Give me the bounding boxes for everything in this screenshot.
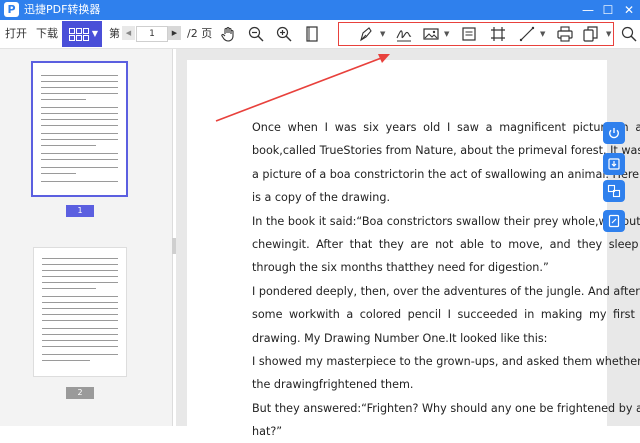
chevron-down-icon: ▼ [91, 29, 98, 38]
text-line: Once when I was six years old I saw a ma… [252, 121, 640, 134]
title-bar: P 迅捷PDF转换器 — ☐ ✕ [0, 0, 640, 20]
text-line: a picture of a boa constrictorin the act… [252, 167, 640, 181]
text-line: chewingit. After that they are not able … [252, 237, 639, 251]
page-thumbnail-1[interactable] [31, 61, 128, 197]
grid-icon [69, 28, 89, 41]
text-line: I showed my masterpiece to the grown-ups… [252, 354, 640, 368]
app-title: 迅捷PDF转换器 [24, 3, 101, 16]
page-prefix-label: 第 [109, 27, 120, 40]
maximize-button[interactable]: ☐ [598, 0, 618, 20]
convert-button[interactable] [603, 180, 625, 202]
download-button[interactable]: 下载 [36, 20, 58, 48]
power-icon [609, 128, 619, 139]
page-total-label: /2 页 [187, 27, 213, 40]
text-line: is a copy of the drawing. [252, 191, 390, 205]
page-thumbnail-2[interactable] [33, 247, 127, 377]
text-line: But they answered:“Frighten? Why should … [252, 401, 640, 415]
page-number-1[interactable]: 1 [66, 205, 94, 217]
zoom-out-icon[interactable] [247, 25, 265, 43]
text-line: I pondered deeply, then, over the advent… [252, 284, 640, 298]
fit-page-icon[interactable] [303, 25, 321, 43]
text-line: the drawingfrightened them. [252, 378, 414, 392]
thumbnail-sidebar: 1 2 [0, 49, 173, 426]
power-button[interactable] [603, 122, 625, 144]
text-line: book,called TrueStories from Nature, abo… [252, 144, 640, 158]
minimize-button[interactable]: — [578, 0, 598, 20]
export-button[interactable] [603, 153, 625, 175]
zoom-in-icon[interactable] [275, 25, 293, 43]
document-text: Once when I was six years old I saw a ma… [252, 116, 640, 443]
highlighted-toolbar-group [338, 22, 614, 46]
convert-icon [607, 184, 621, 198]
app-logo: P [4, 2, 19, 17]
export-icon [608, 158, 620, 170]
prev-page-button[interactable]: ◀ [122, 26, 135, 40]
view-mode-button[interactable]: ▼ [62, 21, 102, 47]
open-button[interactable]: 打开 [5, 20, 27, 48]
text-line: some workwith a colored pencil I succeed… [252, 308, 635, 322]
page-number-input[interactable]: 1 [136, 26, 168, 42]
search-icon[interactable] [620, 25, 638, 43]
hand-icon[interactable] [219, 25, 237, 43]
text-line: through the six months thatthey need for… [252, 261, 549, 275]
text-line: In the book it said:“Boa constrictors sw… [252, 214, 640, 228]
text-line: drawing. My Drawing Number One.It looked… [252, 331, 548, 345]
next-page-button[interactable]: ▶ [168, 26, 181, 40]
page-number-2[interactable]: 2 [66, 387, 94, 399]
edit-button[interactable] [603, 210, 625, 232]
document-page: Once when I was six years old I saw a ma… [187, 60, 640, 438]
close-button[interactable]: ✕ [619, 0, 639, 20]
edit-doc-icon [608, 214, 620, 228]
text-line: hat?” [252, 425, 283, 439]
document-viewer: Once when I was six years old I saw a ma… [176, 49, 640, 438]
